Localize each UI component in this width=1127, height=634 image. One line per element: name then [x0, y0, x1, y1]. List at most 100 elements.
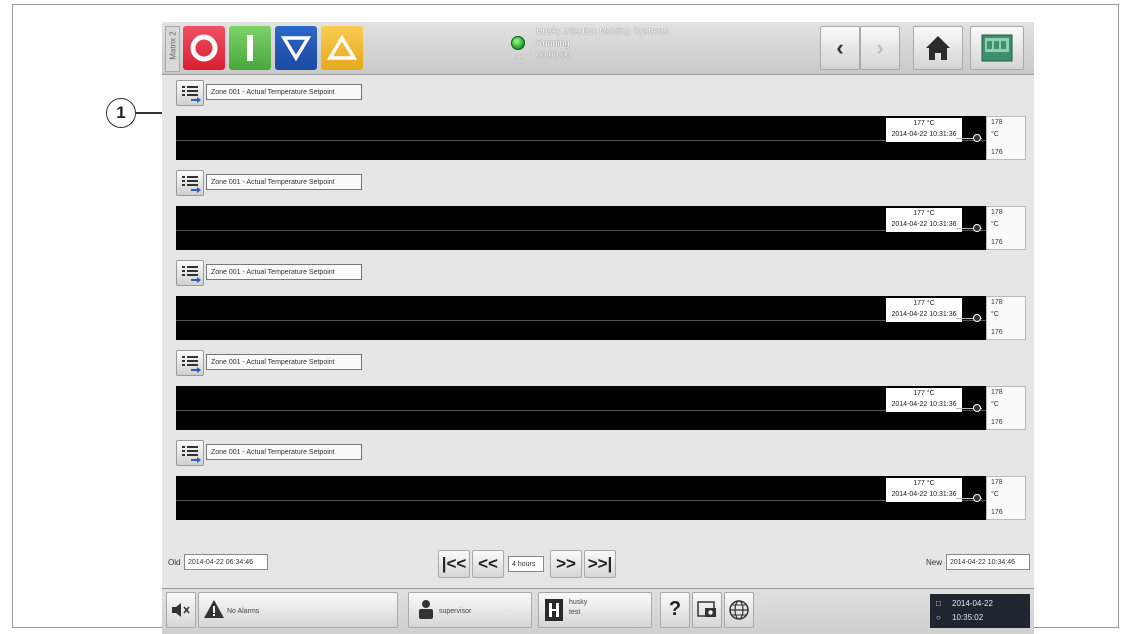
trend-line	[176, 410, 986, 411]
axis-max: 178	[991, 299, 1003, 306]
axis-unit: °C	[991, 491, 999, 498]
trend-cursor[interactable]	[973, 404, 981, 412]
axis-min: 176	[991, 419, 1003, 426]
trend-plot[interactable]: 177 °C 2014-04-22 10:31:36	[176, 476, 986, 520]
trend-axis: 178 °C 176	[986, 476, 1026, 520]
user-button[interactable]: supervisor	[408, 592, 532, 628]
trend-axis: 178 °C 176	[986, 206, 1026, 250]
warning-button[interactable]	[321, 26, 363, 70]
trend-timestamp: 2014-04-22 10:31:36	[891, 311, 957, 318]
trend-label: Zone 001 - Actual Temperature Setpoint	[206, 174, 362, 190]
machine-overview-button[interactable]	[970, 26, 1024, 70]
forward-button[interactable]: ›	[860, 26, 900, 70]
new-date-field[interactable]: 2014-04-22 10:34:46	[946, 554, 1030, 570]
trend-plot[interactable]: 177 °C 2014-04-22 10:31:36	[176, 206, 986, 250]
trend-panel: Zone 001 - Actual Temperature Setpoint 1…	[176, 260, 1028, 350]
down-triangle-icon	[280, 36, 312, 62]
chevron-left-icon: ‹	[836, 35, 844, 60]
trend-select-button[interactable]	[176, 80, 204, 106]
list-select-icon	[182, 446, 201, 463]
mold-name: husky	[569, 599, 588, 606]
axis-min: 176	[991, 149, 1003, 156]
home-button[interactable]	[913, 26, 963, 70]
trend-value-box: 177 °C 2014-04-22 10:31:36	[886, 388, 962, 412]
stop-circle-icon	[190, 34, 218, 62]
language-button[interactable]	[724, 592, 754, 628]
trend-value: 177 °C	[913, 300, 935, 307]
next-page-button[interactable]: >>	[550, 550, 582, 578]
cycle-time: 00:00:00	[536, 50, 572, 60]
trend-panel: Zone 001 - Actual Temperature Setpoint 1…	[176, 170, 1028, 260]
screenshot-icon	[697, 601, 716, 617]
trend-select-button[interactable]	[176, 350, 204, 376]
warning-icon	[204, 600, 224, 618]
user-name: supervisor	[439, 608, 472, 615]
trend-plot[interactable]: 177 °C 2014-04-22 10:31:36	[176, 116, 986, 160]
trend-label: Zone 001 - Actual Temperature Setpoint	[206, 264, 362, 280]
mute-button[interactable]	[166, 592, 196, 628]
trend-value: 177 °C	[913, 480, 935, 487]
last-page-button[interactable]: >>|	[584, 550, 616, 578]
trend-plot[interactable]: 177 °C 2014-04-22 10:31:36	[176, 386, 986, 430]
help-button[interactable]: ?	[660, 592, 690, 628]
trend-cursor[interactable]	[973, 314, 981, 322]
matrix-label: Matrix 2	[168, 31, 178, 60]
back-button[interactable]: ‹	[820, 26, 860, 70]
list-select-icon	[182, 176, 201, 193]
machine-state: Running	[536, 38, 570, 48]
trend-panel: Zone 001 - Actual Temperature Setpoint 1…	[176, 350, 1028, 440]
old-date-field[interactable]: 2014-04-22 06:34:46	[184, 554, 268, 570]
stop-button[interactable]	[183, 26, 225, 70]
trend-panel: Zone 001 - Actual Temperature Setpoint 1…	[176, 80, 1028, 170]
trend-select-button[interactable]	[176, 170, 204, 196]
trend-timestamp: 2014-04-22 10:31:36	[891, 401, 957, 408]
axis-max: 178	[991, 119, 1003, 126]
axis-unit: °C	[991, 401, 999, 408]
down-button[interactable]	[275, 26, 317, 70]
start-button[interactable]	[229, 26, 271, 70]
alarms-button[interactable]: No Alarms	[198, 592, 398, 628]
trend-axis: 178 °C 176	[986, 116, 1026, 160]
help-icon: ?	[668, 598, 682, 620]
axis-max: 178	[991, 479, 1003, 486]
trend-panel: Zone 001 - Actual Temperature Setpoint 1…	[176, 440, 1028, 530]
trend-value: 177 °C	[913, 210, 935, 217]
matrix-tab[interactable]: Matrix 2	[165, 26, 180, 72]
list-select-icon	[182, 266, 201, 283]
first-page-button[interactable]: |<<	[438, 550, 470, 578]
trend-value: 177 °C	[913, 390, 935, 397]
machine-info: Husky Injection Molding Systems Running …	[536, 25, 736, 61]
old-label: Old	[168, 558, 181, 567]
alarms-text: No Alarms	[227, 608, 260, 615]
home-icon	[926, 36, 950, 60]
time-range-field[interactable]: 4 hours	[508, 556, 544, 572]
trend-line	[176, 140, 986, 141]
trend-cursor[interactable]	[973, 494, 981, 502]
trend-timestamp: 2014-04-22 10:31:36	[891, 491, 957, 498]
list-select-icon	[182, 86, 201, 103]
trend-cursor[interactable]	[973, 224, 981, 232]
trend-select-button[interactable]	[176, 260, 204, 286]
trend-select-button[interactable]	[176, 440, 204, 466]
axis-max: 178	[991, 209, 1003, 216]
callout-number: 1	[106, 98, 136, 128]
screenshot-button[interactable]	[692, 592, 722, 628]
start-bar-icon	[247, 35, 253, 61]
up-triangle-icon	[326, 34, 358, 60]
axis-min: 176	[991, 329, 1003, 336]
trend-value-box: 177 °C 2014-04-22 10:31:36	[886, 118, 962, 142]
trend-plot[interactable]: 177 °C 2014-04-22 10:31:36	[176, 296, 986, 340]
date-time-display: □ 2014-04-22 ○ 10:35:02	[930, 594, 1030, 628]
axis-unit: °C	[991, 311, 999, 318]
trend-cursor[interactable]	[973, 134, 981, 142]
trend-axis: 178 °C 176	[986, 296, 1026, 340]
trend-timestamp: 2014-04-22 10:31:36	[891, 221, 957, 228]
temperature-unit: °C	[514, 55, 523, 64]
trend-timestamp: 2014-04-22 10:31:36	[891, 131, 957, 138]
trend-line	[176, 320, 986, 321]
previous-page-button[interactable]: <<	[472, 550, 504, 578]
axis-unit: °C	[991, 221, 999, 228]
speaker-mute-icon	[172, 603, 190, 617]
trend-label: Zone 001 - Actual Temperature Setpoint	[206, 444, 362, 460]
mold-button[interactable]: husky test	[538, 592, 652, 628]
